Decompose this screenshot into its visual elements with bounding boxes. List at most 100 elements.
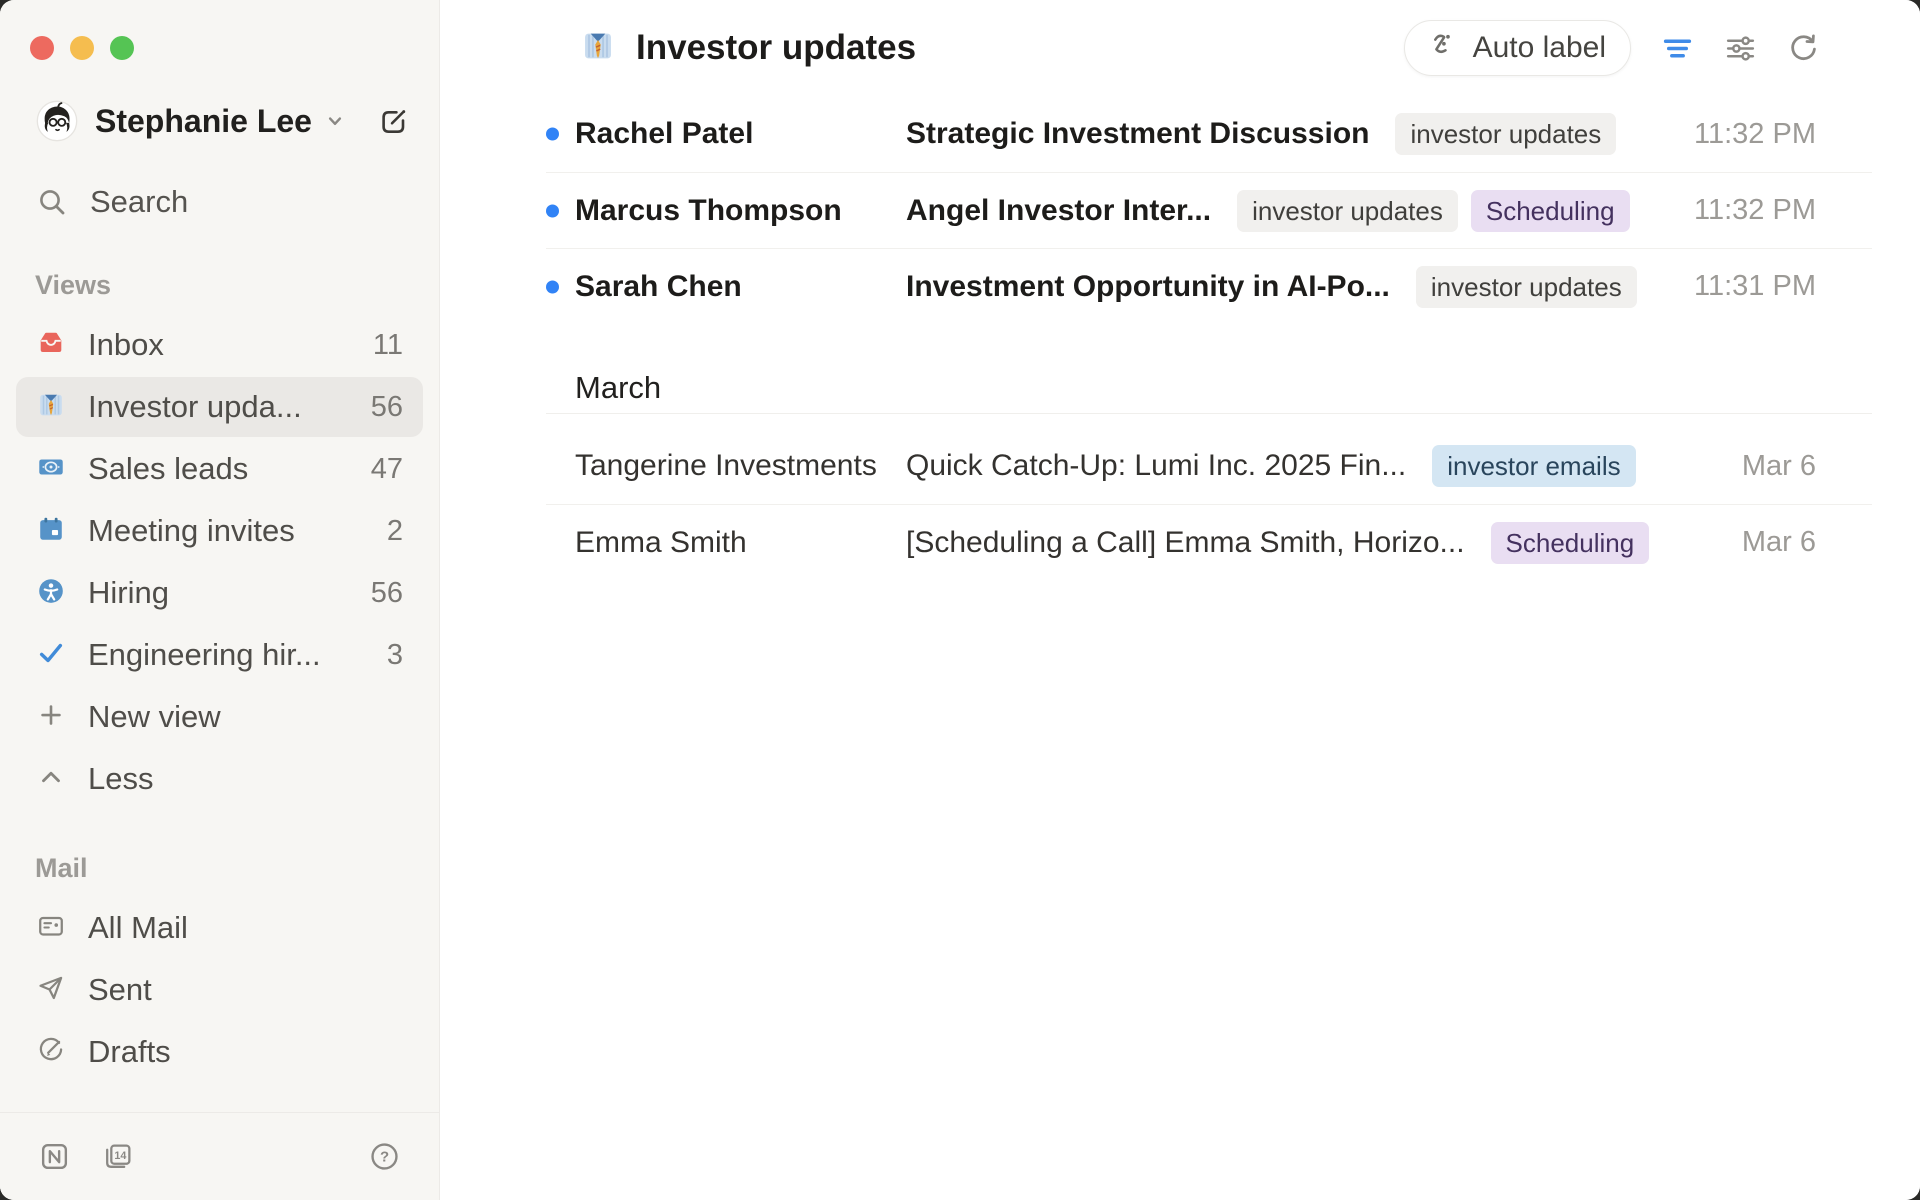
close-button[interactable] [30,36,54,60]
sidebar-item-sales-leads[interactable]: Sales leads 47 [16,439,423,499]
notion-calendar-icon[interactable]: 14 [101,1140,134,1173]
email-sender: Tangerine Investments [575,449,906,483]
sent-icon [36,973,66,1008]
email-sender: Marcus Thompson [575,194,906,228]
count-badge: 56 [371,577,403,610]
allmail-icon [36,911,66,946]
email-subject: Angel Investor Inter... [906,194,1211,228]
date-group-label: March [546,362,1872,414]
email-tags: Scheduling [1491,522,1650,564]
page-title: Investor updates [636,28,916,68]
app-window: Stephanie Lee Search Views Inbox 11 Inve… [0,0,1920,1200]
label-tag[interactable]: investor updates [1395,113,1616,155]
view-header: Investor updates Auto label [440,0,1920,96]
search-label: Search [90,184,188,220]
email-sender: Sarah Chen [575,270,906,304]
calendar-icon [36,514,66,549]
plus-icon [36,700,66,735]
sidebar-item-label: Investor upda... [88,389,302,425]
sidebar-item-label: Sent [88,972,152,1008]
sidebar-item-hiring[interactable]: Hiring 56 [16,563,423,623]
count-badge: 2 [387,515,403,548]
label-tag[interactable]: investor updates [1416,266,1637,308]
email-time: 11:31 PM [1694,270,1816,303]
email-row[interactable]: Emma Smith [Scheduling a Call] Emma Smit… [546,504,1872,580]
profile-name: Stephanie Lee [95,103,312,140]
email-tags: investor updates [1395,113,1616,155]
necktie-icon [580,28,616,69]
email-tags: investor updates [1416,266,1637,308]
necktie-icon [36,390,66,425]
sidebar-item-label: Hiring [88,575,169,611]
sidebar-sections: Views Inbox 11 Investor upda... 56 Sales… [0,270,439,1082]
count-badge: 56 [371,391,403,424]
refresh-icon[interactable] [1787,32,1820,65]
help-icon[interactable]: ? [368,1140,401,1173]
count-badge: 11 [373,329,403,362]
email-time: Mar 6 [1742,450,1816,483]
auto-label-icon [1429,29,1460,68]
email-group: Rachel Patel Strategic Investment Discus… [546,96,1872,324]
email-sender: Emma Smith [575,526,906,560]
email-row[interactable]: Marcus Thompson Angel Investor Inter... … [546,172,1872,248]
sidebar-item-label: Meeting invites [88,513,295,549]
sidebar-item-label: Sales leads [88,451,248,487]
auto-label-label: Auto label [1473,31,1606,65]
sidebar-item-all-mail[interactable]: All Mail [16,898,423,958]
section-label-mail: Mail [35,853,423,884]
sidebar-item-label: New view [88,699,221,735]
email-subject: Investment Opportunity in AI-Po... [906,270,1390,304]
label-tag[interactable]: Scheduling [1471,190,1630,232]
email-list: Rachel Patel Strategic Investment Discus… [546,96,1872,580]
email-tags: investor emails [1432,445,1635,487]
email-group: Tangerine Investments Quick Catch-Up: Lu… [546,428,1872,580]
section-label-views: Views [35,270,423,301]
zoom-button[interactable] [110,36,134,60]
toolbar: Auto label [1404,20,1820,76]
drafts-icon [36,1035,66,1070]
label-tag[interactable]: Scheduling [1491,522,1650,564]
chevron-down-icon [322,108,348,134]
svg-text:14: 14 [114,1150,126,1162]
view-title-wrap: Investor updates [580,28,916,69]
check-icon [36,638,66,673]
account-switcher[interactable]: Stephanie Lee [36,100,409,142]
sidebar-item-sent[interactable]: Sent [16,960,423,1020]
email-row[interactable]: Sarah Chen Investment Opportunity in AI-… [546,248,1872,324]
search-button[interactable]: Search [16,178,423,226]
filter-icon[interactable] [1661,32,1694,65]
minimize-button[interactable] [70,36,94,60]
unread-indicator [546,128,559,141]
auto-label-button[interactable]: Auto label [1404,20,1631,76]
sidebar-item-label: Less [88,761,153,797]
sidebar-item-engineering-hir[interactable]: Engineering hir... 3 [16,625,423,685]
banknote-icon [36,452,66,487]
label-tag[interactable]: investor emails [1432,445,1635,487]
window-controls [0,0,439,60]
sidebar-item-label: Drafts [88,1034,171,1070]
email-row[interactable]: Tangerine Investments Quick Catch-Up: Lu… [546,428,1872,504]
sidebar-item-drafts[interactable]: Drafts [16,1022,423,1082]
label-tag[interactable]: investor updates [1237,190,1458,232]
notion-logo-icon[interactable] [38,1140,71,1173]
sidebar-item-label: Inbox [88,327,164,363]
chevron-up-icon [36,762,66,797]
display-settings-icon[interactable] [1724,32,1757,65]
mail-view: Investor updates Auto label [440,0,1920,1200]
sidebar-item-new-view[interactable]: New view [16,687,423,747]
email-time: 11:32 PM [1694,194,1816,227]
unread-indicator [546,204,559,217]
sidebar-item-less[interactable]: Less [16,749,423,809]
sidebar-item-inbox[interactable]: Inbox 11 [16,315,423,375]
person-icon [36,576,66,611]
email-subject: Strategic Investment Discussion [906,117,1369,151]
email-subject: Quick Catch-Up: Lumi Inc. 2025 Fin... [906,449,1406,483]
count-badge: 3 [387,639,403,672]
count-badge: 47 [371,453,403,486]
svg-text:?: ? [380,1149,389,1166]
sidebar-item-investor-upda[interactable]: Investor upda... 56 [16,377,423,437]
compose-button[interactable] [378,106,409,137]
email-row[interactable]: Rachel Patel Strategic Investment Discus… [546,96,1872,172]
sidebar-item-meeting-invites[interactable]: Meeting invites 2 [16,501,423,561]
sidebar-item-label: All Mail [88,910,188,946]
